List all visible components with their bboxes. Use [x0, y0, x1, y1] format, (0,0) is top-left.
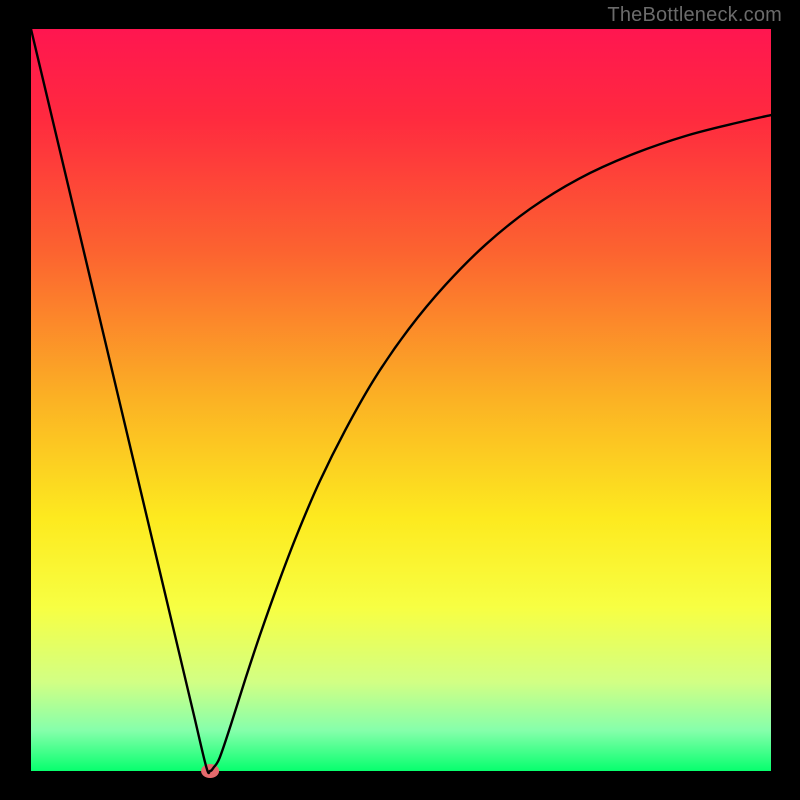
chart-frame: TheBottleneck.com: [0, 0, 800, 800]
bottleneck-chart: [0, 0, 800, 800]
watermark-text: TheBottleneck.com: [607, 4, 782, 27]
plot-background: [31, 29, 771, 771]
